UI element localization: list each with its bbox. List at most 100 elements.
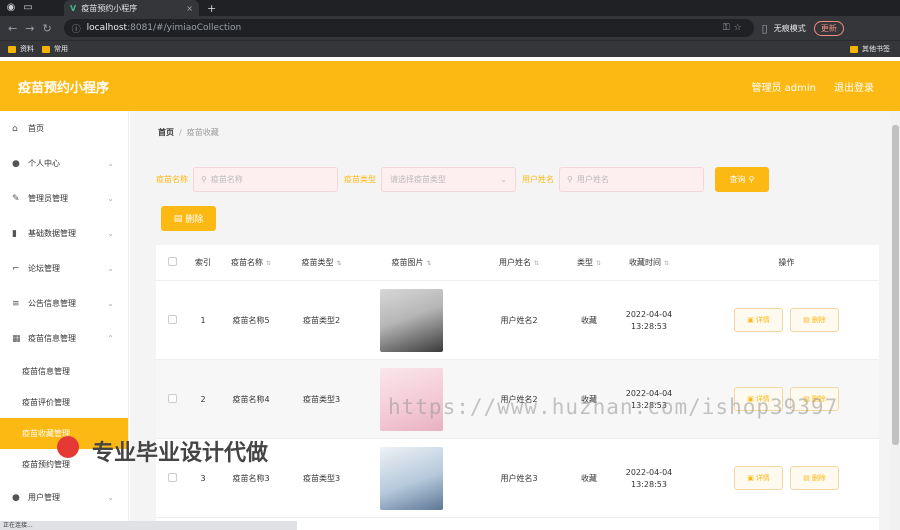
cell-type: 疫苗类型3 [302,473,341,483]
sidebar-item-vaccines[interactable]: ▦ 疫苗信息管理 ⌃ [0,321,128,356]
col-type[interactable]: 疫苗类型 ⇅ [284,257,359,268]
delete-label: 删除 [185,215,204,225]
col-name[interactable]: 疫苗名称 ⇅ [218,257,284,268]
sort-icon[interactable]: ⇅ [426,260,431,267]
cell-user: 用户姓名3 [500,473,538,483]
sidebar-item-notices[interactable]: ≡ 公告信息管理 ⌄ [0,286,128,321]
search-icon: ⚲ [201,175,207,184]
collection-table: 索引 疫苗名称 ⇅ 疫苗类型 ⇅ 疫苗图片 ⇅ 用户姓名 ⇅ 类型 ⇅ 收藏时间 ⇅ 操作 … [156,245,879,530]
col-index: 索引 [195,258,211,267]
sidebar-label: 个人中心 [28,159,60,168]
chevron-up-icon: ⌃ [107,334,114,343]
sidebar-item-admins[interactable]: ✎ 管理员管理 ⌄ [0,181,128,216]
delete-button[interactable]: ▤ 删除 [790,308,839,332]
sidebar-label: 首页 [28,124,44,133]
delete-label: 删除 [811,474,826,482]
bookmark-folder-2[interactable]: 常用 [42,44,68,54]
app-title: 疫苗预约小程序 [18,80,110,96]
detail-button[interactable]: ▣ 详情 [734,308,783,332]
browser-toolbar: ← → ↻ ⓘ localhost :8081/#/yimiaoCollecti… [0,16,900,40]
row-checkbox[interactable] [167,314,177,324]
col-image[interactable]: 疫苗图片 ⇅ [359,257,464,268]
vaccine-image[interactable] [380,288,443,352]
cell-time: 2022-04-04 13:28:53 [604,310,694,331]
search-icon: ⚲ [748,175,755,184]
sort-icon[interactable]: ⇅ [336,260,341,267]
user-name-input[interactable]: ⚲ 用户姓名 [559,167,704,192]
logout-link[interactable]: 退出登录 [834,79,874,94]
watermark-text: https://www.huzhan.com/ishop39397 [388,395,839,419]
col-kind[interactable]: 类型 ⇅ [574,257,604,268]
vaccine-image[interactable] [380,446,443,510]
detail-label: 详情 [755,474,770,482]
browser-menu-icon[interactable]: ◉ [5,2,17,14]
row-checkbox[interactable] [167,472,177,482]
sort-icon[interactable]: ⇅ [534,260,539,267]
reload-icon[interactable]: ↻ [42,22,51,35]
sidebar-label: 疫苗信息管理 [28,334,76,343]
delete-button[interactable]: ▤ 删除 [790,466,839,490]
window-icon[interactable]: ▭ [22,2,34,14]
sidebar-item-basedata[interactable]: ▮ 基础数据管理 ⌄ [0,216,128,251]
chart-icon: ▮ [12,228,17,239]
new-tab-icon[interactable]: + [207,2,216,15]
search-form: 疫苗名称 ⚲ 疫苗名称 疫苗类型 请选择疫苗类型 ⌄ 用户姓名 ⚲ 用户姓名 查询 ⚲ [156,167,769,192]
cell-name: 疫苗名称4 [232,394,270,404]
sidebar-item-users[interactable]: ● 用户管理 ⌄ [0,480,128,515]
bookmark-label: 资料 [20,45,34,53]
scrollbar-thumb[interactable] [892,125,899,445]
forward-icon[interactable]: → [25,22,34,35]
col-label: 疫苗名称 [230,258,263,267]
cell-user: 用户姓名2 [500,315,538,325]
info-icon[interactable]: ⓘ [72,22,81,35]
sidebar-item-home[interactable]: ⌂ 首页 [0,111,128,146]
bookmark-folder-1[interactable]: 资料 [8,44,34,54]
col-actions: 操作 [778,258,795,267]
vaccine-name-input[interactable]: ⚲ 疫苗名称 [193,167,338,192]
detail-button[interactable]: ▣ 详情 [734,466,783,490]
cell-name: 疫苗名称5 [232,315,270,325]
chevron-down-icon: ⌄ [107,194,114,203]
main-content: 首页 / 疫苗收藏 疫苗名称 ⚲ 疫苗名称 疫苗类型 请选择疫苗类型 ⌄ 用户姓名 ⚲ 用… [130,111,900,530]
close-tab-icon[interactable]: × [186,4,193,13]
key-star-icons[interactable]: ⚿☆ [723,23,746,33]
breadcrumb-home[interactable]: 首页 [158,128,174,137]
cell-clock: 13:28:53 [631,321,667,331]
cell-date: 2022-04-04 [625,309,673,319]
address-bar[interactable]: ⓘ localhost :8081/#/yimiaoCollection ⚿☆ [63,19,754,37]
query-button[interactable]: 查询 ⚲ [715,167,769,192]
trash-icon: ▤ [803,316,810,324]
sidebar-sub-vaccine-review[interactable]: 疫苗评价管理 [0,387,128,418]
select-all-checkbox[interactable] [167,257,177,266]
sidebar-item-profile[interactable]: ● 个人中心 ⌄ [0,146,128,181]
browser-tab[interactable]: V 疫苗预约小程序 × [64,0,199,16]
sidebar-item-forum[interactable]: ⌐ 论坛管理 ⌄ [0,251,128,286]
breadcrumb: 首页 / 疫苗收藏 [158,128,219,137]
detail-label: 详情 [755,316,770,324]
chevron-down-icon: ⌄ [107,229,114,238]
sort-icon[interactable]: ⇅ [266,260,271,267]
batch-delete-button[interactable]: ▤ 删除 [161,206,216,231]
update-button[interactable]: 更新 [813,20,844,36]
cell-date: 2022-04-04 [625,467,673,477]
sidebar-toggle-icon[interactable]: ▯ [762,22,768,35]
other-bookmarks[interactable]: 其他书签 [850,44,890,54]
col-user[interactable]: 用户姓名 ⇅ [464,257,574,268]
vaccine-type-select[interactable]: 请选择疫苗类型 ⌄ [381,167,516,192]
admin-user: 管理员 admin [751,82,816,94]
folder-icon [850,45,858,53]
sidebar-sub-vaccine-info[interactable]: 疫苗信息管理 [0,356,128,387]
sidebar-label: 公告信息管理 [28,299,76,308]
bookmark-label: 常用 [54,45,68,53]
crop-icon: ⌐ [12,263,20,274]
row-checkbox[interactable] [167,393,177,403]
input-placeholder: 用户姓名 [576,175,609,184]
search-icon: ⚲ [567,175,573,184]
url-host: localhost [86,23,128,33]
sort-icon[interactable]: ⇅ [664,260,669,267]
cell-index: 3 [200,473,206,483]
back-icon[interactable]: ← [8,22,17,35]
sort-icon[interactable]: ⇅ [596,260,601,267]
col-time[interactable]: 收藏时间 ⇅ [604,257,694,268]
col-label: 类型 [576,258,593,267]
